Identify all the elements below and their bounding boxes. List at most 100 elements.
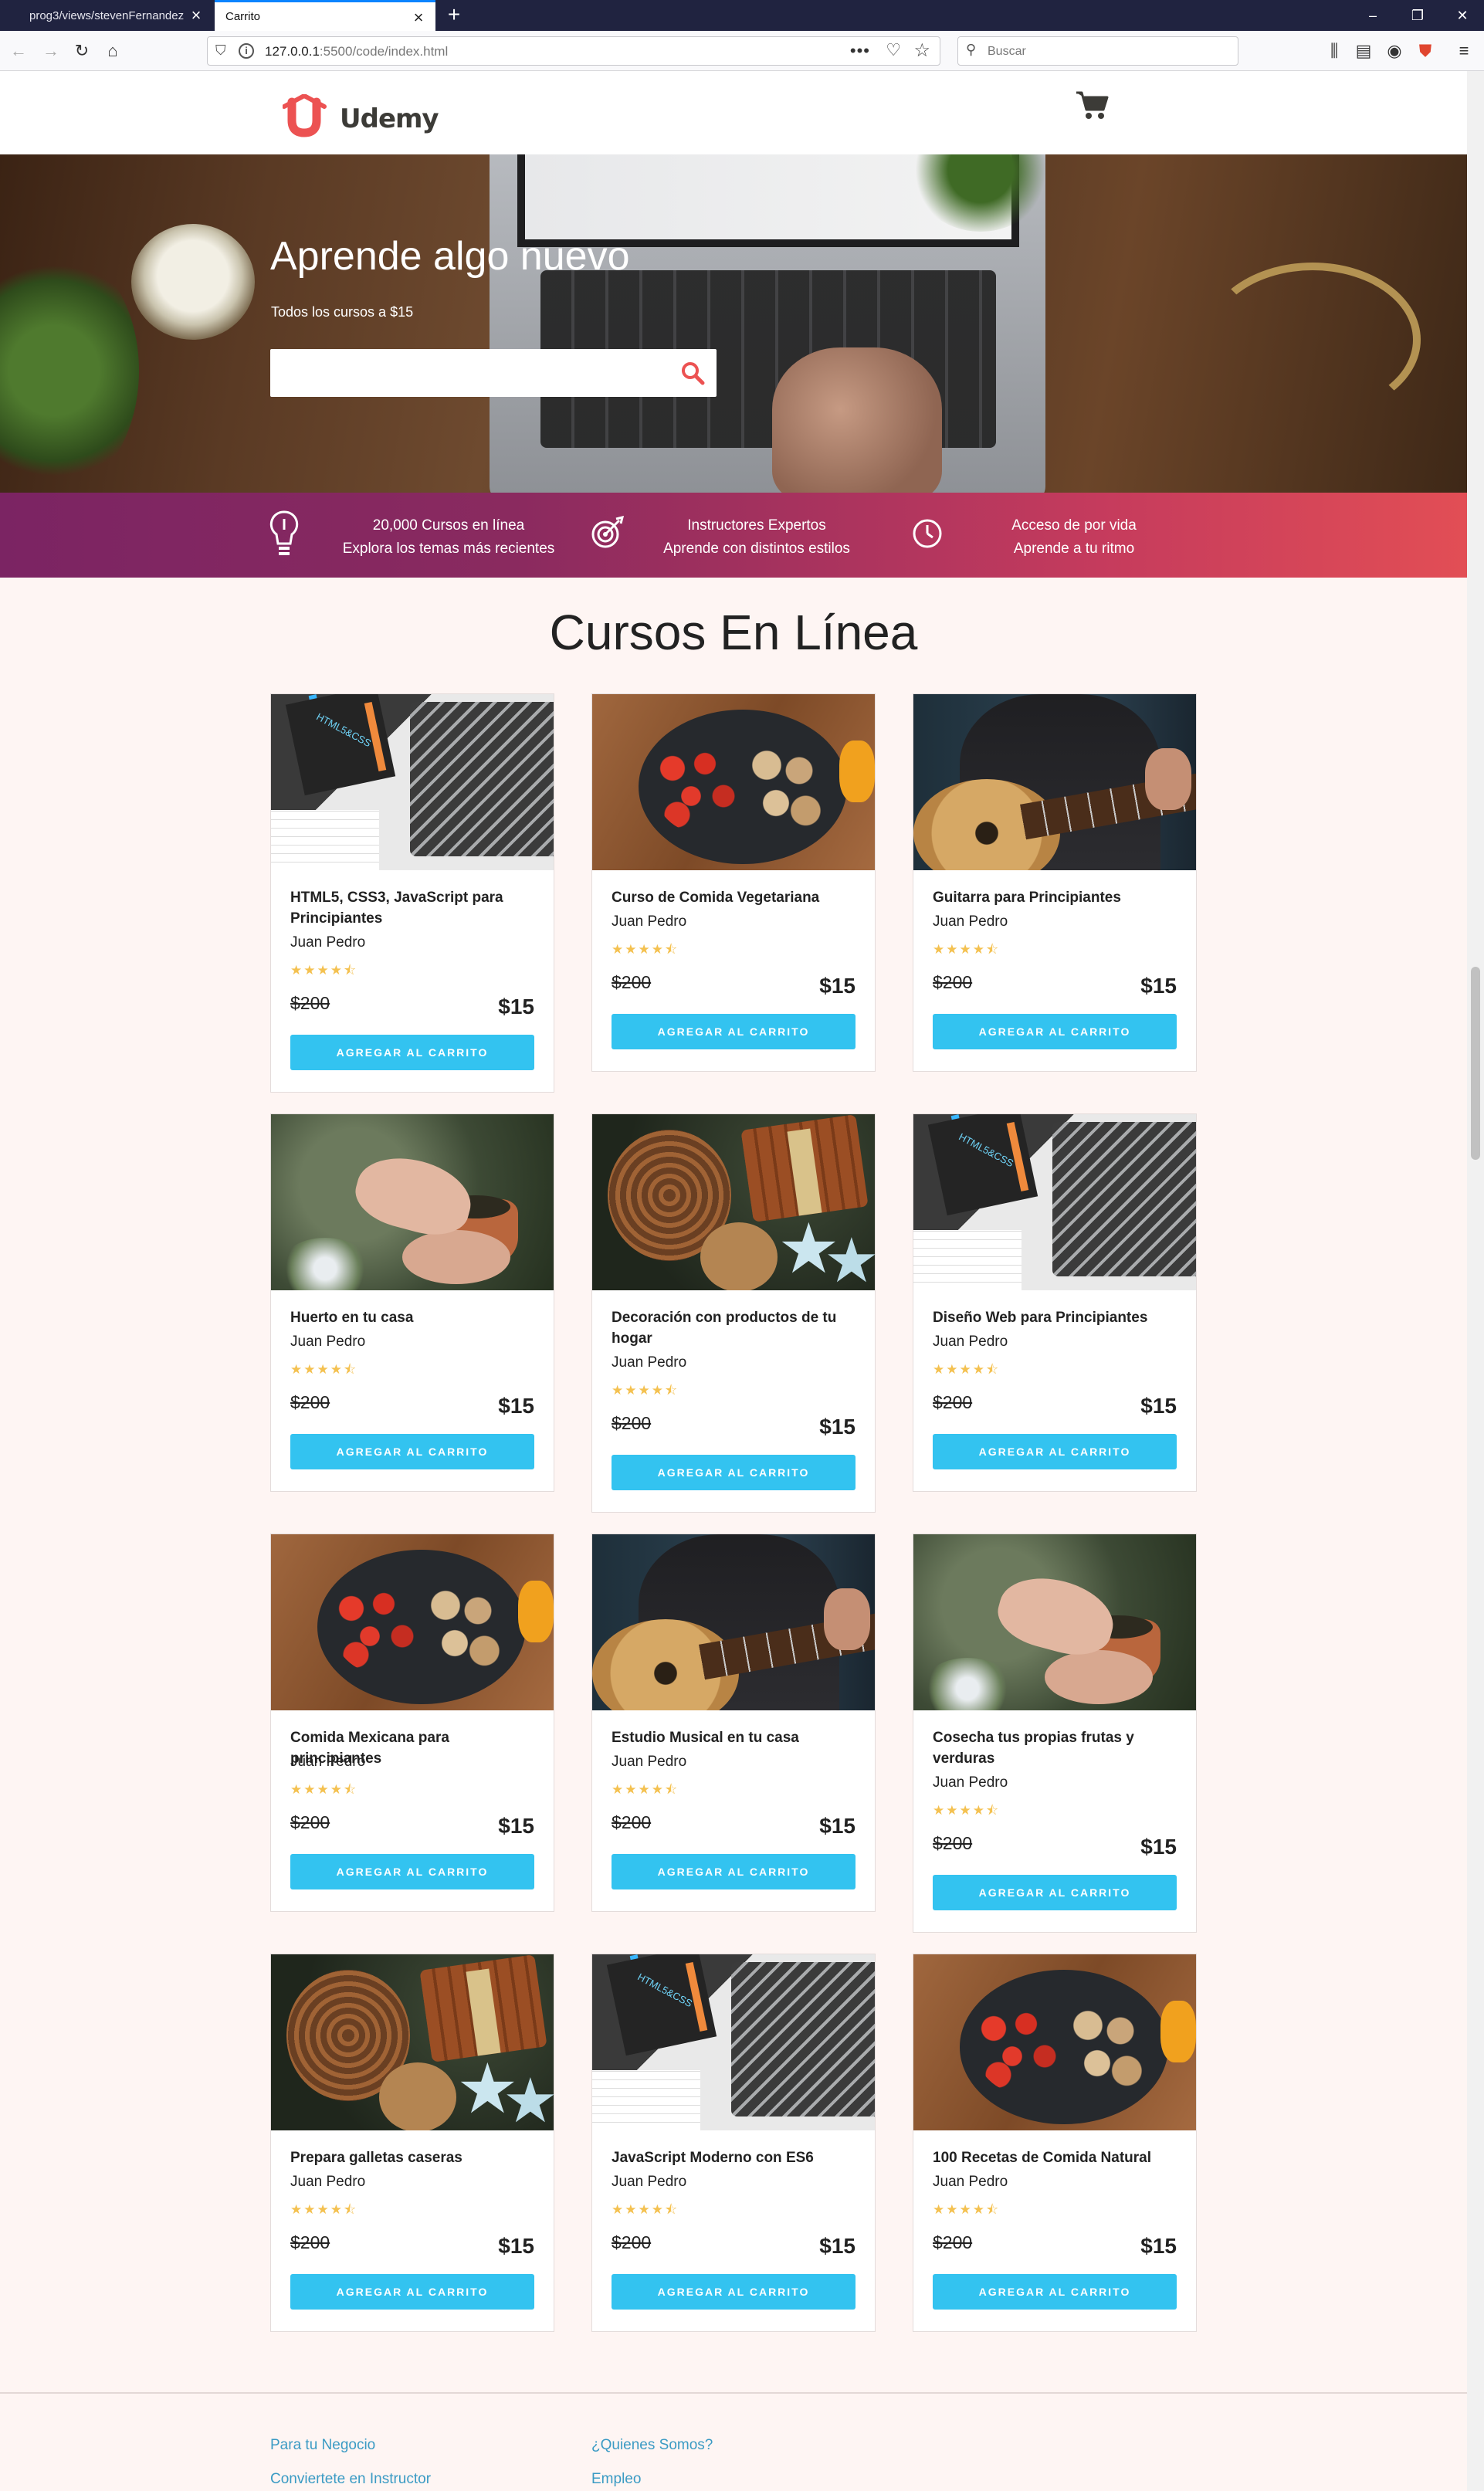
footer-link-about[interactable]: ¿Quienes Somos? (591, 2437, 713, 2454)
bookmark-star-icon[interactable]: ☆ (913, 39, 930, 62)
home-icon[interactable]: ⌂ (100, 39, 125, 63)
hero-candle-image (131, 224, 255, 340)
course-author: Juan Pedro (612, 1754, 687, 1770)
footer-link-jobs[interactable]: Empleo (591, 2471, 641, 2488)
menu-icon[interactable]: ≡ (1452, 39, 1476, 63)
address-bar[interactable]: ⛉ i 127.0.0.1:5500/code/index.html ••• ♡… (207, 36, 940, 66)
course-card: HTML5, CSS3, JavaScript para Principiant… (270, 693, 554, 1093)
add-to-cart-button[interactable]: AGREGAR AL CARRITO (290, 1854, 534, 1889)
udemy-logo[interactable]: Udemy (283, 94, 439, 137)
hero-lamp-image (1204, 263, 1421, 417)
feature-instructors: Instructores Expertos Aprende con distin… (590, 493, 868, 578)
add-to-cart-button[interactable]: AGREGAR AL CARRITO (612, 2274, 856, 2310)
course-price: $15 (1140, 1835, 1177, 1859)
rating-stars-icon: ★★★★⯪ (612, 1782, 679, 1797)
add-to-cart-button[interactable]: AGREGAR AL CARRITO (612, 1014, 856, 1049)
footer-link-instructor[interactable]: Conviertete en Instructor (270, 2471, 431, 2488)
site-header: Udemy (0, 71, 1467, 154)
rating-stars-icon: ★★★★⯪ (612, 942, 679, 957)
course-price: $15 (819, 974, 856, 998)
course-image (913, 1954, 1196, 2130)
course-card: ★ ★ Prepara galletas caseras Juan Pedro ★★★★… (270, 1954, 554, 2332)
course-author: Juan Pedro (933, 913, 1008, 930)
forward-icon[interactable]: → (39, 39, 63, 63)
course-image (271, 694, 554, 870)
course-title: Diseño Web para Principiantes (933, 1310, 1148, 1326)
course-title: Prepara galletas caseras (290, 2150, 462, 2166)
search-icon: ⚲ (966, 42, 977, 57)
add-to-cart-button[interactable]: AGREGAR AL CARRITO (290, 1035, 534, 1070)
course-card: ★ ★ Decoración con productos de tu hogar Ju… (591, 1113, 876, 1513)
reload-icon[interactable]: ↻ (69, 39, 94, 63)
tracking-shield-icon[interactable]: ⛉ (215, 42, 226, 59)
course-author: Juan Pedro (933, 2174, 1008, 2190)
course-old-price: $200 (612, 1413, 652, 1433)
window-close-icon[interactable]: ✕ (1441, 0, 1484, 31)
cart-icon[interactable] (1075, 90, 1109, 120)
add-to-cart-button[interactable]: AGREGAR AL CARRITO (612, 1455, 856, 1490)
page-scrollbar[interactable] (1467, 71, 1484, 2491)
browser-tab-active[interactable]: Carrito × (215, 0, 435, 31)
search-icon[interactable] (679, 360, 706, 386)
close-icon[interactable]: × (411, 9, 426, 26)
feature-line1: Instructores Expertos (687, 517, 826, 534)
browser-tab-inactive[interactable]: prog3/views/stevenFernandez × (0, 0, 213, 31)
course-card: Diseño Web para Principiantes Juan Pedro ★… (913, 1113, 1197, 1492)
hero-hand-image (772, 347, 942, 493)
course-author: Juan Pedro (612, 913, 687, 930)
add-to-cart-button[interactable]: AGREGAR AL CARRITO (933, 2274, 1177, 2310)
course-title: HTML5, CSS3, JavaScript para Principiant… (290, 890, 503, 927)
add-to-cart-button[interactable]: AGREGAR AL CARRITO (933, 1434, 1177, 1469)
add-to-cart-button[interactable]: AGREGAR AL CARRITO (290, 2274, 534, 2310)
feature-access: Acceso de por vida Aprende a tu ritmo (911, 493, 1174, 578)
tab-label: Carrito (225, 10, 261, 23)
features-bar: 20,000 Cursos en línea Explora los temas… (0, 493, 1467, 578)
feature-text: 20,000 Cursos en línea Explora los temas… (335, 514, 562, 561)
library-icon[interactable]: ⫼ (1322, 39, 1347, 63)
browser-tab-bar: prog3/views/stevenFernandez × Carrito × … (0, 0, 1484, 31)
course-search-input[interactable] (270, 349, 672, 397)
page-actions-icon[interactable]: ••• (850, 41, 870, 61)
course-price: $15 (498, 995, 534, 1018)
feature-courses: 20,000 Cursos en línea Explora los temas… (269, 493, 562, 578)
pocket-icon[interactable]: ♡ (886, 40, 901, 60)
course-card: JavaScript Moderno con ES6 Juan Pedro ★★★★… (591, 1954, 876, 2332)
minimize-icon[interactable]: – (1351, 0, 1394, 31)
browser-search-bar[interactable]: ⚲ Buscar (957, 36, 1238, 66)
course-old-price: $200 (933, 1392, 973, 1412)
course-author: Juan Pedro (933, 1774, 1008, 1791)
feature-text: Acceso de por vida Aprende a tu ritmo (977, 514, 1171, 561)
add-to-cart-button[interactable]: AGREGAR AL CARRITO (933, 1875, 1177, 1910)
udemy-logo-icon (283, 94, 327, 137)
course-card: Guitarra para Principiantes Juan Pedro ★★★… (913, 693, 1197, 1072)
extension-shield-icon[interactable]: ⛊ (1413, 39, 1438, 63)
feature-line2: Aprende con distintos estilos (663, 541, 850, 557)
add-to-cart-button[interactable]: AGREGAR AL CARRITO (612, 1854, 856, 1889)
course-title: Huerto en tu casa (290, 1310, 414, 1326)
restore-icon[interactable]: ❐ (1396, 0, 1439, 31)
course-image (913, 694, 1196, 870)
course-title: Cosecha tus propias frutas y verduras (933, 1730, 1134, 1767)
footer-link-business[interactable]: Para tu Negocio (270, 2437, 375, 2454)
course-card: Huerto en tu casa Juan Pedro ★★★★⯪ $200 $15 A… (270, 1113, 554, 1492)
course-old-price: $200 (290, 1812, 330, 1832)
add-to-cart-button[interactable]: AGREGAR AL CARRITO (290, 1434, 534, 1469)
course-old-price: $200 (612, 1812, 652, 1832)
back-icon[interactable]: ← (6, 39, 31, 63)
scrollbar-thumb[interactable] (1471, 967, 1480, 1160)
url-host: 127.0.0.1 (265, 44, 320, 59)
site-info-icon[interactable]: i (239, 43, 254, 59)
new-tab-icon[interactable]: + (442, 3, 466, 28)
course-old-price: $200 (290, 1392, 330, 1412)
sidebar-icon[interactable]: ▤ (1351, 39, 1376, 63)
url-text[interactable]: 127.0.0.1:5500/code/index.html (265, 44, 448, 59)
course-image: ★ ★ (592, 1114, 875, 1290)
course-title: Curso de Comida Vegetariana (612, 890, 820, 906)
course-author: Juan Pedro (612, 2174, 687, 2190)
course-price: $15 (498, 1814, 534, 1838)
course-image (271, 1534, 554, 1710)
close-icon[interactable]: × (188, 7, 204, 24)
logo-text: Udemy (340, 103, 439, 134)
account-icon[interactable]: ◉ (1382, 39, 1407, 63)
add-to-cart-button[interactable]: AGREGAR AL CARRITO (933, 1014, 1177, 1049)
